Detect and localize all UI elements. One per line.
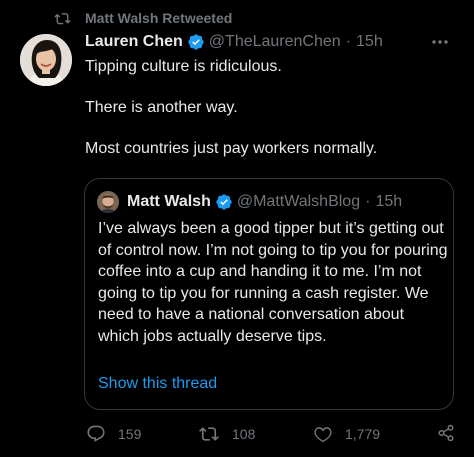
like-count: 1,779 [345, 426, 381, 442]
quoted-author-handle: @MattWalshBlog [236, 193, 361, 210]
retweet-icon [199, 427, 219, 441]
tweet-paragraph: Most countries just pay workers normally… [85, 140, 378, 157]
quoted-tweet-header: Matt Walsh @MattWalshBlog · 15h [97, 191, 402, 213]
author-handle[interactable]: @TheLaurenChen [209, 33, 341, 51]
quoted-tweet-timestamp: 15h [375, 193, 403, 210]
reply-icon [87, 425, 105, 442]
tweet-text: Tipping culture is ridiculous. There is … [85, 56, 455, 179]
tweet-action-bar: 159 108 1,779 [0, 424, 474, 446]
verified-badge-icon [215, 193, 233, 211]
reply-button[interactable]: 159 [86, 424, 141, 444]
quoted-author-display-name: Matt Walsh [127, 193, 211, 210]
tweet-timestamp[interactable]: 15h [356, 33, 383, 51]
tweet-header: Lauren Chen @TheLaurenChen · 15h [85, 32, 383, 52]
like-button[interactable]: 1,779 [313, 424, 380, 444]
reply-count: 159 [118, 426, 142, 442]
retweet-count: 108 [232, 426, 256, 442]
retweet-banner[interactable]: Matt Walsh Retweeted [54, 9, 232, 27]
retweet-icon [54, 11, 71, 25]
retweet-button[interactable]: 108 [198, 424, 255, 444]
quoted-author-avatar [97, 191, 119, 213]
author-display-name[interactable]: Lauren Chen [85, 33, 183, 51]
tweet-paragraph: Tipping culture is ridiculous. [85, 58, 282, 75]
share-button[interactable] [437, 424, 467, 442]
more-horizontal-icon [432, 40, 448, 44]
quoted-tweet-card[interactable]: Matt Walsh @MattWalshBlog · 15h I’ve alw… [84, 178, 454, 410]
retweet-banner-text: Matt Walsh Retweeted [85, 10, 233, 26]
tweet-paragraph: There is another way. [85, 99, 238, 116]
quoted-tweet-text: I’ve always been a good tipper but it’s … [98, 220, 448, 345]
show-thread-link[interactable]: Show this thread [98, 375, 217, 393]
author-avatar[interactable] [20, 34, 72, 86]
share-icon [438, 424, 454, 442]
verified-badge-icon [187, 33, 205, 51]
separator-dot: · [365, 193, 371, 210]
heart-icon [314, 427, 332, 443]
more-options-button[interactable] [430, 32, 450, 52]
separator-dot: · [345, 33, 352, 50]
